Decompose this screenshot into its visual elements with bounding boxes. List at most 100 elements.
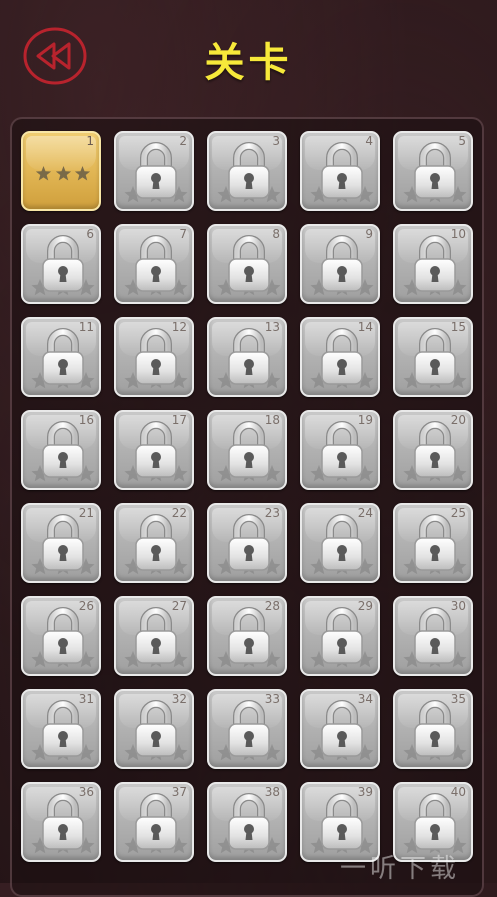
level-number: 32 [171, 692, 187, 706]
level-number: 17 [171, 413, 187, 427]
lock-icon [411, 700, 459, 758]
level-tile-29[interactable]: 29 [300, 596, 380, 676]
level-tile-3[interactable]: 3 [207, 131, 287, 211]
level-tile-14[interactable]: 14 [300, 317, 380, 397]
level-number: 31 [78, 692, 94, 706]
lock-icon [132, 328, 180, 386]
level-tile-24[interactable]: 24 [300, 503, 380, 583]
level-number: 10 [450, 227, 466, 241]
level-tile-13[interactable]: 13 [207, 317, 287, 397]
level-number: 24 [357, 506, 373, 520]
lock-icon [411, 421, 459, 479]
level-tile-32[interactable]: 32 [114, 689, 194, 769]
level-tile-11[interactable]: 11 [21, 317, 101, 397]
level-number: 21 [78, 506, 94, 520]
level-number: 28 [264, 599, 280, 613]
level-tile-39[interactable]: 39 [300, 782, 380, 862]
level-tile-8[interactable]: 8 [207, 224, 287, 304]
level-number: 1 [86, 134, 94, 148]
lock-icon [132, 142, 180, 200]
level-number: 14 [357, 320, 373, 334]
lock-icon [225, 421, 273, 479]
level-tile-26[interactable]: 26 [21, 596, 101, 676]
star-icon [55, 165, 72, 183]
level-tile-38[interactable]: 38 [207, 782, 287, 862]
lock-icon [411, 607, 459, 665]
lock-icon [318, 700, 366, 758]
level-tile-19[interactable]: 19 [300, 410, 380, 490]
lock-icon [318, 235, 366, 293]
lock-icon [39, 421, 87, 479]
level-number: 13 [264, 320, 280, 334]
level-tile-6[interactable]: 6 [21, 224, 101, 304]
level-tile-12[interactable]: 12 [114, 317, 194, 397]
level-number: 4 [365, 134, 373, 148]
page-title: 关卡 [204, 40, 293, 86]
level-tile-16[interactable]: 16 [21, 410, 101, 490]
level-tile-21[interactable]: 21 [21, 503, 101, 583]
level-tile-33[interactable]: 33 [207, 689, 287, 769]
level-tile-25[interactable]: 25 [393, 503, 473, 583]
level-tile-5[interactable]: 5 [393, 131, 473, 211]
lock-icon [411, 328, 459, 386]
level-number: 7 [179, 227, 187, 241]
level-tile-27[interactable]: 27 [114, 596, 194, 676]
lock-icon [132, 700, 180, 758]
level-tile-17[interactable]: 17 [114, 410, 194, 490]
level-tile-40[interactable]: 40 [393, 782, 473, 862]
level-tile-31[interactable]: 31 [21, 689, 101, 769]
level-number: 34 [357, 692, 373, 706]
level-number: 25 [450, 506, 466, 520]
level-tile-4[interactable]: 4 [300, 131, 380, 211]
lock-icon [132, 514, 180, 572]
level-number: 3 [272, 134, 280, 148]
lock-icon [39, 235, 87, 293]
lock-icon [318, 421, 366, 479]
level-tile-9[interactable]: 9 [300, 224, 380, 304]
lock-icon [318, 793, 366, 851]
lock-icon [132, 793, 180, 851]
level-number: 6 [86, 227, 94, 241]
level-tile-18[interactable]: 18 [207, 410, 287, 490]
level-number: 23 [264, 506, 280, 520]
level-tile-28[interactable]: 28 [207, 596, 287, 676]
level-number: 38 [264, 785, 280, 799]
level-tile-1[interactable]: 1 [21, 131, 101, 211]
level-number: 2 [179, 134, 187, 148]
lock-icon [132, 235, 180, 293]
level-number: 36 [78, 785, 94, 799]
level-number: 30 [450, 599, 466, 613]
lock-icon [225, 328, 273, 386]
level-tile-2[interactable]: 2 [114, 131, 194, 211]
level-tile-10[interactable]: 10 [393, 224, 473, 304]
lock-icon [39, 700, 87, 758]
level-number: 40 [450, 785, 466, 799]
level-tile-22[interactable]: 22 [114, 503, 194, 583]
level-number: 35 [450, 692, 466, 706]
level-tile-7[interactable]: 7 [114, 224, 194, 304]
level-number: 19 [357, 413, 373, 427]
lock-icon [225, 514, 273, 572]
star-icon [35, 165, 52, 183]
level-number: 37 [171, 785, 187, 799]
lock-icon [132, 421, 180, 479]
level-tile-30[interactable]: 30 [393, 596, 473, 676]
level-tile-37[interactable]: 37 [114, 782, 194, 862]
level-grid: 1 2 3 4 5 6 7 8 9 10 11 12 13 14 15 16 17 18 19 20 21 22 23 24 2… [21, 131, 477, 862]
lock-icon [411, 235, 459, 293]
level-tile-36[interactable]: 36 [21, 782, 101, 862]
level-tile-34[interactable]: 34 [300, 689, 380, 769]
lock-icon [39, 793, 87, 851]
star-rating [35, 165, 91, 183]
star-icon [74, 165, 91, 183]
level-number: 9 [365, 227, 373, 241]
level-tile-23[interactable]: 23 [207, 503, 287, 583]
lock-icon [411, 142, 459, 200]
lock-icon [225, 235, 273, 293]
lock-icon [318, 142, 366, 200]
level-number: 16 [78, 413, 94, 427]
level-number: 22 [171, 506, 187, 520]
level-tile-15[interactable]: 15 [393, 317, 473, 397]
level-tile-35[interactable]: 35 [393, 689, 473, 769]
level-tile-20[interactable]: 20 [393, 410, 473, 490]
